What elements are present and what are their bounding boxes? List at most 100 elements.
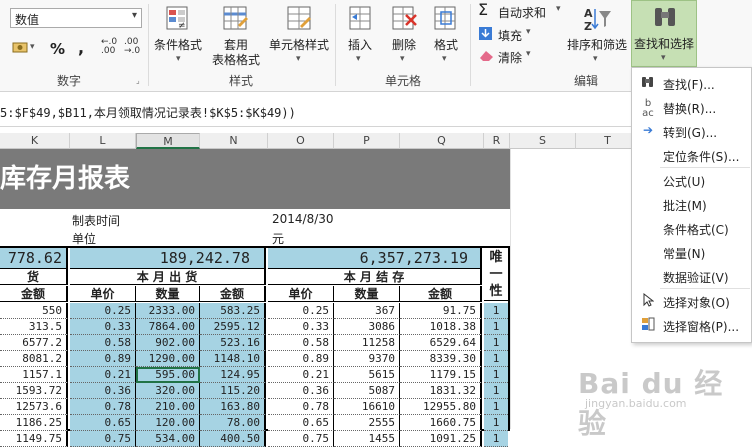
number-format-select[interactable]: 数值 ▾ — [10, 8, 142, 28]
table-cell[interactable]: 163.80 — [200, 399, 266, 415]
table-cell[interactable]: 12955.80 — [400, 399, 482, 415]
table-cell[interactable]: 313.5 — [0, 319, 68, 335]
header-cell[interactable]: 数量 — [334, 286, 400, 302]
header-cell[interactable]: 金额 — [0, 286, 68, 302]
header-cell[interactable]: 本 月 结 存 — [268, 269, 482, 285]
column-header[interactable]: Q — [400, 133, 484, 149]
table-cell[interactable]: 12573.6 — [0, 399, 68, 415]
table-cell[interactable]: 7864.00 — [136, 319, 200, 335]
table-cell[interactable]: 902.00 — [136, 335, 200, 351]
table-cell[interactable]: 1 — [484, 383, 508, 399]
table-cell[interactable]: 1149.75 — [0, 431, 68, 447]
cell-style-button[interactable]: 单元格样式 ▾ — [266, 2, 332, 68]
dialog-launcher-icon[interactable]: ⌟ — [136, 76, 140, 85]
menu-item-data-validation[interactable]: 数据验证(V) — [632, 264, 751, 288]
table-cell[interactable]: 1 — [484, 319, 508, 335]
column-header[interactable]: O — [268, 133, 334, 149]
table-cell[interactable]: 523.16 — [200, 335, 266, 351]
header-cell[interactable]: 单价 — [70, 286, 136, 302]
table-cell[interactable]: 124.95 — [200, 367, 266, 383]
table-cell[interactable]: 367 — [334, 303, 400, 319]
table-cell[interactable]: 0.75 — [70, 431, 136, 447]
menu-item-goto[interactable]: ➔ 转到(G)... — [632, 119, 751, 143]
column-header[interactable]: N — [200, 133, 268, 149]
column-header[interactable]: P — [334, 133, 400, 149]
autosum-button[interactable]: Σ 自动求和 ▾ — [476, 0, 564, 20]
percent-button[interactable]: % — [50, 40, 65, 58]
increase-decimal-button[interactable]: ←.0 .00 — [101, 38, 117, 56]
table-cell[interactable]: 1 — [484, 303, 508, 319]
format-as-table-button[interactable]: 套用 表格格式 — [207, 2, 265, 68]
table-cell[interactable]: 1179.15 — [400, 367, 482, 383]
table-cell[interactable]: 0.33 — [70, 319, 136, 335]
menu-item-conditional-format[interactable]: 条件格式(C) — [632, 216, 751, 240]
table-cell[interactable]: 1290.00 — [136, 351, 200, 367]
table-cell[interactable]: 550 — [0, 303, 68, 319]
table-cell[interactable]: 8339.30 — [400, 351, 482, 367]
fill-button[interactable]: 填充 ▾ — [476, 25, 542, 43]
table-cell[interactable]: 1 — [484, 367, 508, 383]
table-cell[interactable]: 0.75 — [268, 431, 334, 447]
table-cell[interactable]: 534.00 — [136, 431, 200, 447]
total-cell[interactable]: 778.62 — [0, 248, 68, 269]
table-cell[interactable]: 9370 — [334, 351, 400, 367]
menu-item-replace[interactable]: b ac 替换(R)... — [632, 95, 751, 119]
insert-button[interactable]: 插入 ▾ — [340, 2, 380, 68]
menu-item-select-objects[interactable]: 选择对象(O) — [632, 289, 751, 313]
header-cell[interactable]: 金额 — [400, 286, 482, 302]
table-cell[interactable]: 583.25 — [200, 303, 266, 319]
table-cell[interactable]: 1018.38 — [400, 319, 482, 335]
table-cell[interactable]: 5615 — [334, 367, 400, 383]
find-select-button[interactable]: 查找和选择 ▾ — [631, 0, 697, 67]
total-cell[interactable]: 189,242.78 — [70, 248, 266, 269]
header-cell[interactable]: 数量 — [136, 286, 200, 302]
table-cell[interactable]: 1 — [484, 335, 508, 351]
table-cell[interactable]: 0.58 — [268, 335, 334, 351]
table-cell[interactable]: 1 — [484, 431, 508, 447]
decrease-decimal-button[interactable]: .00 →.0 — [124, 38, 140, 56]
table-cell[interactable]: 210.00 — [136, 399, 200, 415]
menu-item-find[interactable]: 查找(F)... — [632, 71, 751, 95]
table-cell[interactable]: 0.78 — [70, 399, 136, 415]
column-header[interactable]: S — [510, 133, 576, 149]
table-cell[interactable]: 0.58 — [70, 335, 136, 351]
table-cell[interactable]: 6577.2 — [0, 335, 68, 351]
table-cell[interactable]: 320.00 — [136, 383, 200, 399]
delete-button[interactable]: 删除 ▾ — [383, 2, 425, 68]
table-cell[interactable]: 595.00 — [136, 367, 200, 383]
table-cell[interactable]: 1091.25 — [400, 431, 482, 447]
table-cell[interactable]: 1831.32 — [400, 383, 482, 399]
table-cell[interactable]: 0.21 — [268, 367, 334, 383]
total-cell[interactable]: 6,357,273.19 — [268, 248, 482, 269]
menu-item-selection-pane[interactable]: 选择窗格(P)... — [632, 313, 751, 337]
table-cell[interactable]: 0.25 — [70, 303, 136, 319]
sort-filter-button[interactable]: A Z 排序和筛选 ▾ — [565, 2, 629, 68]
table-cell[interactable]: 2333.00 — [136, 303, 200, 319]
menu-item-formulas[interactable]: 公式(U) — [632, 168, 751, 192]
format-button[interactable]: 格式 ▾ — [427, 2, 465, 68]
table-cell[interactable]: 3086 — [334, 319, 400, 335]
table-cell[interactable]: 6529.64 — [400, 335, 482, 351]
table-cell[interactable]: 400.50 — [200, 431, 266, 447]
column-header[interactable]: R — [484, 133, 510, 149]
table-cell[interactable]: 11258 — [334, 335, 400, 351]
table-cell[interactable]: 0.78 — [268, 399, 334, 415]
conditional-format-button[interactable]: ≠ 条件格式 ▾ — [150, 2, 206, 68]
column-header[interactable]: L — [70, 133, 136, 149]
header-cell[interactable]: 货 — [0, 269, 68, 285]
table-cell[interactable]: 2595.12 — [200, 319, 266, 335]
table-cell[interactable]: 0.89 — [268, 351, 334, 367]
table-cell[interactable]: 0.25 — [268, 303, 334, 319]
menu-item-goto-special[interactable]: 定位条件(S)... — [632, 143, 751, 167]
table-cell[interactable]: 16610 — [334, 399, 400, 415]
menu-item-constants[interactable]: 常量(N) — [632, 240, 751, 264]
clear-button[interactable]: 清除 ▾ — [476, 47, 542, 65]
column-header[interactable]: K — [0, 133, 70, 149]
column-header[interactable]: M — [136, 133, 200, 149]
table-cell[interactable]: 1 — [484, 351, 508, 367]
header-cell[interactable]: 本 月 出 货 — [70, 269, 266, 285]
table-cell[interactable]: 1157.1 — [0, 367, 68, 383]
table-cell[interactable]: 0.89 — [70, 351, 136, 367]
currency-icon[interactable] — [12, 40, 30, 56]
table-cell[interactable]: 5087 — [334, 383, 400, 399]
